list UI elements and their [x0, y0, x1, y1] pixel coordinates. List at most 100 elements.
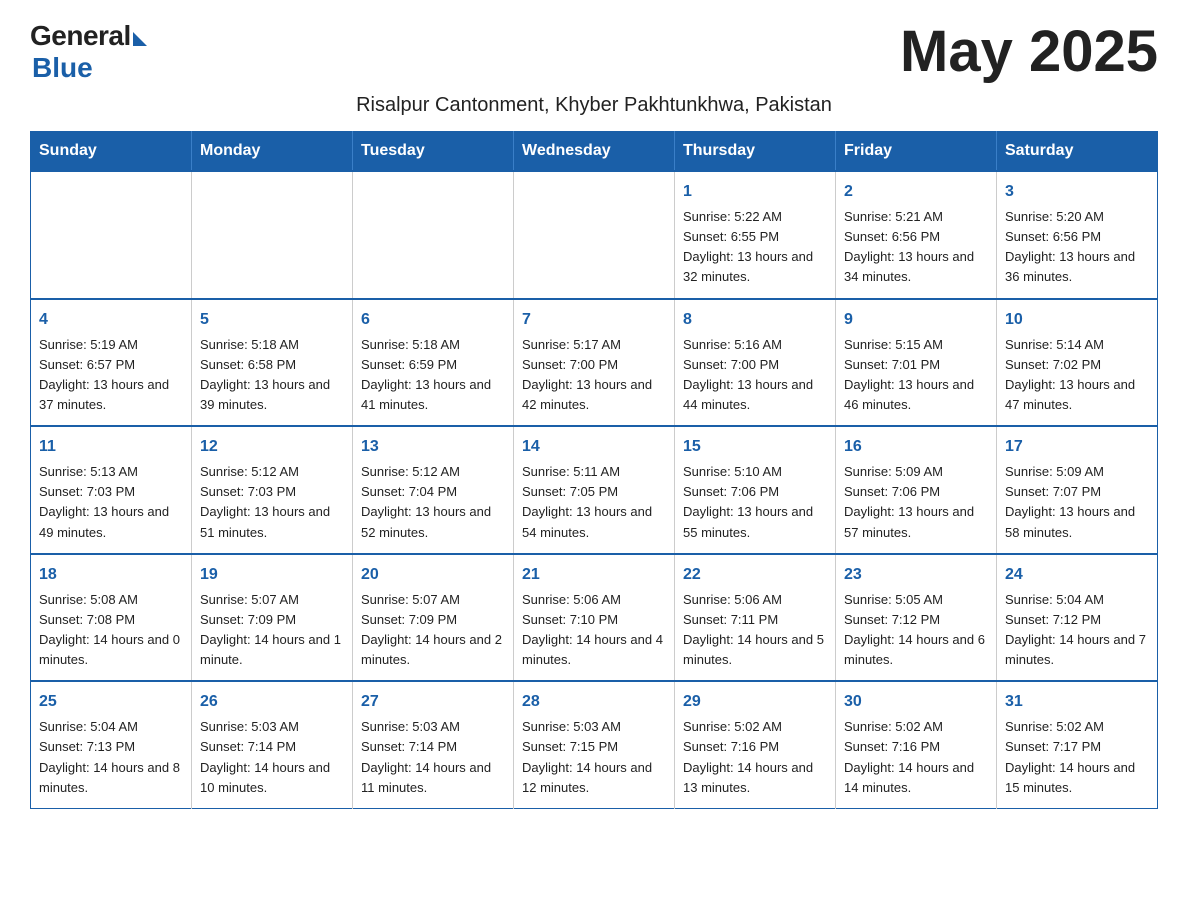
calendar-cell [353, 171, 514, 299]
calendar-cell: 27Sunrise: 5:03 AM Sunset: 7:14 PM Dayli… [353, 681, 514, 808]
day-number: 15 [683, 435, 827, 459]
day-number: 23 [844, 563, 988, 587]
calendar-cell: 7 Sunrise: 5:17 AM Sunset: 7:00 PM Daylig… [514, 299, 675, 427]
day-number: 6 [361, 308, 505, 332]
logo-general-text: General [30, 20, 131, 52]
day-number: 1 [683, 180, 827, 204]
calendar-cell: 11 Sunrise: 5:13 AM Sunset: 7:03 PM Dayli… [31, 426, 192, 554]
day-number: 10 [1005, 308, 1149, 332]
day-info: Sunrise: 5:19 AM Sunset: 6:57 PM Dayligh… [39, 335, 183, 416]
day-number: 22 [683, 563, 827, 587]
day-info: Sunrise: 5:15 AM Sunset: 7:01 PM Dayligh… [844, 335, 988, 416]
day-info: Sunrise: 5:07 AM Sunset: 7:09 PM Dayligh… [361, 590, 505, 671]
calendar-week-row: 11 Sunrise: 5:13 AM Sunset: 7:03 PM Dayli… [31, 426, 1158, 554]
day-number: 27 [361, 690, 505, 714]
day-number: 24 [1005, 563, 1149, 587]
logo-blue-text: Blue [32, 52, 93, 84]
calendar-cell: 25Sunrise: 5:04 AM Sunset: 7:13 PM Dayli… [31, 681, 192, 808]
day-number: 18 [39, 563, 183, 587]
logo-arrow-icon [133, 32, 147, 46]
day-number: 14 [522, 435, 666, 459]
day-info: Sunrise: 5:18 AM Sunset: 6:59 PM Dayligh… [361, 335, 505, 416]
calendar-cell: 20 Sunrise: 5:07 AM Sunset: 7:09 PM Dayli… [353, 554, 514, 682]
day-info: Sunrise: 5:11 AM Sunset: 7:05 PM Dayligh… [522, 462, 666, 543]
calendar-cell: 8Sunrise: 5:16 AM Sunset: 7:00 PM Daylig… [675, 299, 836, 427]
calendar-week-row: 4 Sunrise: 5:19 AM Sunset: 6:57 PM Daylig… [31, 299, 1158, 427]
weekday-header-thursday: Thursday [675, 132, 836, 172]
day-info: Sunrise: 5:03 AM Sunset: 7:14 PM Dayligh… [200, 717, 344, 798]
day-number: 9 [844, 308, 988, 332]
weekday-header-sunday: Sunday [31, 132, 192, 172]
calendar-cell: 29Sunrise: 5:02 AM Sunset: 7:16 PM Dayli… [675, 681, 836, 808]
calendar-cell: 12 Sunrise: 5:12 AM Sunset: 7:03 PM Dayli… [192, 426, 353, 554]
day-number: 3 [1005, 180, 1149, 204]
page-header: General Blue May 2025 [30, 20, 1158, 84]
calendar-cell: 26 Sunrise: 5:03 AM Sunset: 7:14 PM Dayli… [192, 681, 353, 808]
day-info: Sunrise: 5:17 AM Sunset: 7:00 PM Dayligh… [522, 335, 666, 416]
day-number: 21 [522, 563, 666, 587]
calendar-cell: 6 Sunrise: 5:18 AM Sunset: 6:59 PM Daylig… [353, 299, 514, 427]
day-number: 25 [39, 690, 183, 714]
logo: General Blue [30, 20, 147, 84]
day-number: 8 [683, 308, 827, 332]
calendar-cell: 14 Sunrise: 5:11 AM Sunset: 7:05 PM Dayli… [514, 426, 675, 554]
day-info: Sunrise: 5:20 AM Sunset: 6:56 PM Dayligh… [1005, 207, 1149, 288]
calendar-cell: 2Sunrise: 5:21 AM Sunset: 6:56 PM Daylig… [836, 171, 997, 299]
day-number: 12 [200, 435, 344, 459]
calendar-cell: 16Sunrise: 5:09 AM Sunset: 7:06 PM Dayli… [836, 426, 997, 554]
day-number: 5 [200, 308, 344, 332]
weekday-header-tuesday: Tuesday [353, 132, 514, 172]
calendar-cell: 24 Sunrise: 5:04 AM Sunset: 7:12 PM Dayli… [997, 554, 1158, 682]
weekday-header-row: SundayMondayTuesdayWednesdayThursdayFrid… [31, 132, 1158, 172]
day-number: 17 [1005, 435, 1149, 459]
calendar-cell: 17 Sunrise: 5:09 AM Sunset: 7:07 PM Dayli… [997, 426, 1158, 554]
day-info: Sunrise: 5:06 AM Sunset: 7:10 PM Dayligh… [522, 590, 666, 671]
calendar-cell: 30Sunrise: 5:02 AM Sunset: 7:16 PM Dayli… [836, 681, 997, 808]
day-info: Sunrise: 5:22 AM Sunset: 6:55 PM Dayligh… [683, 207, 827, 288]
day-number: 7 [522, 308, 666, 332]
day-info: Sunrise: 5:03 AM Sunset: 7:15 PM Dayligh… [522, 717, 666, 798]
day-info: Sunrise: 5:05 AM Sunset: 7:12 PM Dayligh… [844, 590, 988, 671]
weekday-header-wednesday: Wednesday [514, 132, 675, 172]
day-number: 26 [200, 690, 344, 714]
day-info: Sunrise: 5:02 AM Sunset: 7:17 PM Dayligh… [1005, 717, 1149, 798]
day-number: 20 [361, 563, 505, 587]
calendar-table: SundayMondayTuesdayWednesdayThursdayFrid… [30, 131, 1158, 809]
day-number: 13 [361, 435, 505, 459]
calendar-week-row: 25Sunrise: 5:04 AM Sunset: 7:13 PM Dayli… [31, 681, 1158, 808]
day-number: 11 [39, 435, 183, 459]
calendar-cell [192, 171, 353, 299]
day-number: 19 [200, 563, 344, 587]
day-info: Sunrise: 5:13 AM Sunset: 7:03 PM Dayligh… [39, 462, 183, 543]
calendar-cell: 28 Sunrise: 5:03 AM Sunset: 7:15 PM Dayli… [514, 681, 675, 808]
day-info: Sunrise: 5:07 AM Sunset: 7:09 PM Dayligh… [200, 590, 344, 671]
calendar-cell: 3 Sunrise: 5:20 AM Sunset: 6:56 PM Daylig… [997, 171, 1158, 299]
day-info: Sunrise: 5:14 AM Sunset: 7:02 PM Dayligh… [1005, 335, 1149, 416]
calendar-cell: 10 Sunrise: 5:14 AM Sunset: 7:02 PM Dayli… [997, 299, 1158, 427]
day-info: Sunrise: 5:12 AM Sunset: 7:04 PM Dayligh… [361, 462, 505, 543]
calendar-cell: 21 Sunrise: 5:06 AM Sunset: 7:10 PM Dayli… [514, 554, 675, 682]
day-info: Sunrise: 5:18 AM Sunset: 6:58 PM Dayligh… [200, 335, 344, 416]
day-number: 4 [39, 308, 183, 332]
day-number: 28 [522, 690, 666, 714]
weekday-header-monday: Monday [192, 132, 353, 172]
day-info: Sunrise: 5:02 AM Sunset: 7:16 PM Dayligh… [844, 717, 988, 798]
day-number: 2 [844, 180, 988, 204]
calendar-cell: 5 Sunrise: 5:18 AM Sunset: 6:58 PM Daylig… [192, 299, 353, 427]
calendar-cell: 13 Sunrise: 5:12 AM Sunset: 7:04 PM Dayli… [353, 426, 514, 554]
weekday-header-saturday: Saturday [997, 132, 1158, 172]
calendar-cell: 19 Sunrise: 5:07 AM Sunset: 7:09 PM Dayli… [192, 554, 353, 682]
calendar-cell: 31Sunrise: 5:02 AM Sunset: 7:17 PM Dayli… [997, 681, 1158, 808]
calendar-cell: 23 Sunrise: 5:05 AM Sunset: 7:12 PM Dayli… [836, 554, 997, 682]
day-info: Sunrise: 5:12 AM Sunset: 7:03 PM Dayligh… [200, 462, 344, 543]
subtitle: Risalpur Cantonment, Khyber Pakhtunkhwa,… [30, 94, 1158, 117]
day-info: Sunrise: 5:09 AM Sunset: 7:07 PM Dayligh… [1005, 462, 1149, 543]
day-info: Sunrise: 5:06 AM Sunset: 7:11 PM Dayligh… [683, 590, 827, 671]
day-info: Sunrise: 5:08 AM Sunset: 7:08 PM Dayligh… [39, 590, 183, 671]
month-title: May 2025 [900, 20, 1158, 84]
day-number: 16 [844, 435, 988, 459]
day-number: 29 [683, 690, 827, 714]
calendar-cell: 18 Sunrise: 5:08 AM Sunset: 7:08 PM Dayli… [31, 554, 192, 682]
calendar-cell: 4 Sunrise: 5:19 AM Sunset: 6:57 PM Daylig… [31, 299, 192, 427]
day-info: Sunrise: 5:04 AM Sunset: 7:12 PM Dayligh… [1005, 590, 1149, 671]
